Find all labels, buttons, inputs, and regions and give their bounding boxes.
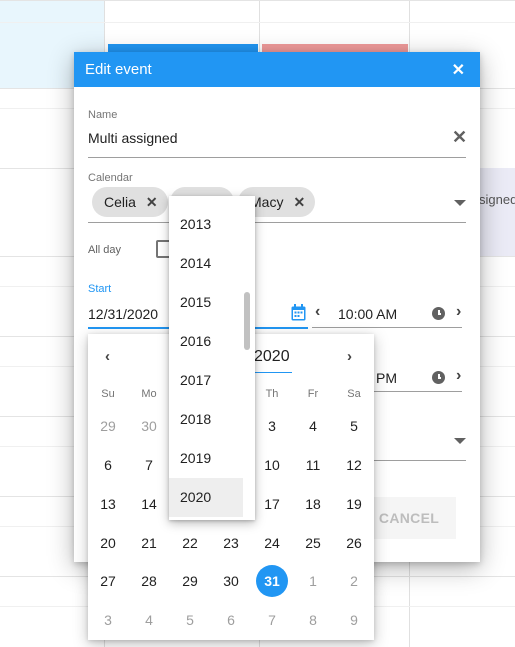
selected-day[interactable]: 31 [256,565,288,597]
calendar-day[interactable]: 29 [174,565,206,597]
year-option[interactable]: 2020 [169,478,243,517]
calendar-day[interactable]: 7 [256,604,288,636]
calendar-day[interactable]: 4 [133,604,165,636]
calendar-day[interactable]: 2 [338,565,370,597]
calendar-day[interactable]: 30 [215,565,247,597]
calendar-day[interactable]: 13 [92,488,124,520]
calendar-day[interactable]: 17 [256,488,288,520]
close-icon[interactable]: ✕ [452,60,465,80]
end-time-underline [374,391,462,392]
calendar-day[interactable]: 23 [215,527,247,559]
year-option[interactable]: 2019 [169,439,243,478]
chevron-right-icon[interactable]: › [456,303,461,321]
all-day-label: All day [88,244,122,256]
bg-assigned-event[interactable]: signed [479,168,515,256]
weekday-label: Su [101,388,115,400]
calendar-day[interactable]: 27 [92,565,124,597]
year-option[interactable]: 2017 [169,361,243,400]
grid-line [0,0,515,1]
weekday-label: Th [265,388,279,400]
calendar-day[interactable]: 18 [297,488,329,520]
chip-remove-icon[interactable]: ✕ [146,194,158,211]
calendar-chip[interactable]: Celia ✕ [92,187,168,217]
calendar-day[interactable]: 14 [133,488,165,520]
field-underline [374,460,466,461]
year-option[interactable]: 2014 [169,244,243,283]
name-input[interactable]: Multi assigned [88,130,178,146]
chevron-down-icon[interactable] [454,200,466,206]
calendar-day[interactable]: 25 [297,527,329,559]
start-date-input[interactable]: 12/31/2020 [88,306,158,322]
year-dropdown: 2020 2019 2018 2017 2016 2015 2014 2013 [169,196,255,520]
next-month-icon[interactable]: › [347,348,352,365]
dialog-title: Edit event [85,61,152,78]
bg-event-bar[interactable] [262,44,408,52]
calendar-day[interactable]: 21 [133,527,165,559]
year-option[interactable]: 2015 [169,283,243,322]
weekday-label: Fr [307,388,319,400]
calendar-day[interactable]: 20 [92,527,124,559]
start-time-underline [312,327,462,328]
name-label: Name [88,109,118,121]
start-time-input[interactable]: 10:00 AM [338,306,397,322]
calendar-day[interactable]: 1 [297,565,329,597]
calendar-day[interactable]: 19 [338,488,370,520]
start-label: Start [88,283,112,295]
calendar-day[interactable]: 6 [92,449,124,481]
name-underline [88,157,466,158]
chip-label: Macy [250,194,284,210]
year-option[interactable]: 2018 [169,400,243,439]
clear-icon[interactable]: ✕ [452,127,467,148]
calendar-label: Calendar [88,172,133,184]
calendar-day[interactable]: 8 [297,604,329,636]
year-option[interactable]: 2013 [169,205,243,244]
calendar-day[interactable]: 3 [256,410,288,442]
calendar-icon[interactable] [291,304,306,321]
bg-event-bar[interactable] [108,44,258,52]
calendar-day[interactable]: 4 [297,410,329,442]
calendar-day[interactable]: 29 [92,410,124,442]
calendar-day[interactable]: 26 [338,527,370,559]
prev-month-icon[interactable]: ‹ [105,348,110,365]
calendar-day[interactable]: 30 [133,410,165,442]
calendar-day[interactable]: 3 [92,604,124,636]
calendar-day[interactable]: 24 [256,527,288,559]
month-year-label[interactable]: 2020 [254,348,290,366]
chevron-right-icon[interactable]: › [456,367,461,385]
month-year-underline [254,372,292,373]
calendar-underline [88,222,466,223]
dialog-header: Edit event ✕ [74,52,480,87]
chip-label: Celia [104,194,136,210]
weekday-label: Mo [141,388,157,400]
clock-icon[interactable] [432,371,445,384]
clock-icon[interactable] [432,307,445,320]
weekday-label: Sa [347,388,361,400]
calendar-day[interactable]: 5 [174,604,206,636]
end-time-input[interactable]: PM [376,370,397,386]
calendar-day[interactable]: 5 [338,410,370,442]
year-option[interactable]: 2016 [169,322,243,361]
year-scrollbar[interactable] [244,292,250,350]
cancel-button[interactable]: CANCEL [362,497,456,539]
calendar-day[interactable]: 28 [133,565,165,597]
grid-line [0,22,515,23]
calendar-day[interactable]: 10 [256,449,288,481]
chip-remove-icon[interactable]: ✕ [293,194,305,211]
chevron-left-icon[interactable]: ‹ [315,303,320,321]
calendar-day[interactable]: 7 [133,449,165,481]
calendar-day[interactable]: 6 [215,604,247,636]
bg-assigned-text: signed [479,192,515,207]
calendar-day[interactable]: 22 [174,527,206,559]
calendar-day[interactable]: 12 [338,449,370,481]
calendar-day[interactable]: 11 [297,449,329,481]
chevron-down-icon[interactable] [454,438,466,444]
calendar-day[interactable]: 9 [338,604,370,636]
